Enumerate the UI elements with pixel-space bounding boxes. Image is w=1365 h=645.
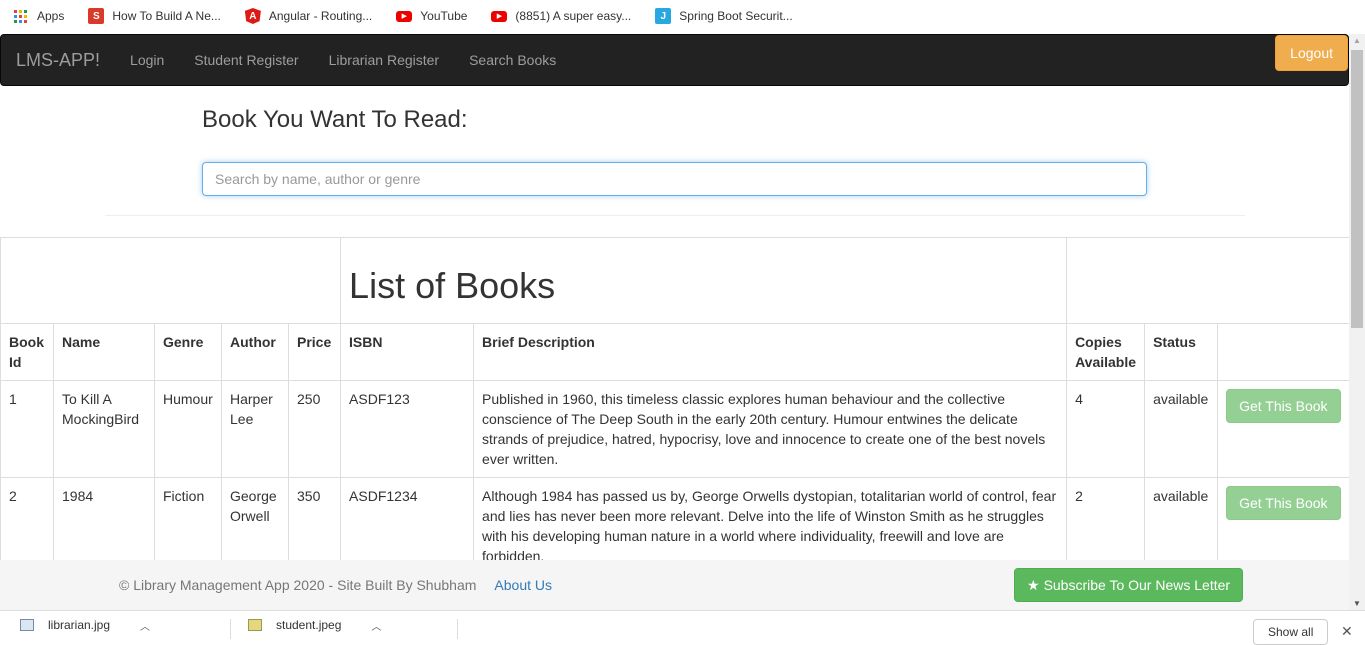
scroll-up-arrow-icon[interactable]: ▲: [1353, 36, 1361, 45]
download-filename: librarian.jpg: [48, 618, 111, 632]
books-table: List of Books Book Id Name Genre Author …: [0, 237, 1349, 560]
download-filename: student.jpeg: [276, 618, 342, 632]
book-description: Published in 1960, this timeless classic…: [473, 380, 1068, 478]
search-heading: Book You Want To Read:: [202, 106, 468, 133]
column-header: Price: [287, 323, 342, 381]
footer: © Library Management App 2020 - Site Bui…: [0, 560, 1349, 610]
nav-student-register[interactable]: Student Register: [179, 52, 313, 68]
column-header-action: [1217, 323, 1349, 381]
book-copies: 2: [1066, 477, 1146, 560]
column-header: Status: [1144, 323, 1219, 381]
navbar-brand[interactable]: LMS-APP!: [1, 50, 115, 71]
star-icon: ★: [1027, 576, 1040, 593]
column-header: Book Id: [0, 323, 54, 381]
column-header: Brief Description: [473, 323, 1068, 381]
footer-copyright: © Library Management App 2020 - Site Bui…: [119, 577, 477, 593]
table-header-row: Book Id Name Genre Author Price ISBN Bri…: [0, 323, 1349, 381]
s-logo-icon: S: [88, 8, 105, 24]
logout-button[interactable]: Logout: [1275, 35, 1348, 71]
youtube-icon: ▶: [396, 10, 413, 22]
column-header: Genre: [154, 323, 222, 381]
subscribe-label: Subscribe To Our News Letter: [1043, 577, 1231, 593]
book-name: To Kill A MockingBird: [53, 380, 155, 478]
j-logo-icon: J: [655, 8, 672, 24]
download-separator: [230, 619, 231, 639]
books-table-container[interactable]: List of Books Book Id Name Genre Author …: [0, 237, 1349, 560]
download-separator: [457, 619, 458, 639]
search-input[interactable]: [202, 162, 1147, 196]
book-copies: 4: [1066, 380, 1146, 478]
column-header: Copies Available: [1066, 323, 1146, 381]
get-this-book-button[interactable]: Get This Book: [1226, 486, 1341, 520]
chevron-up-icon[interactable]: ︿: [140, 618, 150, 633]
book-isbn: ASDF123: [340, 380, 475, 478]
close-icon[interactable]: ✕: [1341, 623, 1353, 640]
bookmark-label: Spring Boot Securit...: [679, 9, 793, 23]
downloads-bar: librarian.jpg ︿ student.jpeg ︿ Show all …: [0, 610, 1365, 645]
navbar: LMS-APP! Login Student Register Libraria…: [0, 34, 1349, 86]
book-price: 350: [287, 477, 342, 560]
book-description: Although 1984 has passed us by, George O…: [473, 477, 1068, 560]
divider: [105, 215, 1245, 216]
bookmark-youtube[interactable]: ▶ YouTube: [396, 9, 467, 23]
book-author: Harper Lee: [221, 380, 289, 478]
chevron-up-icon[interactable]: ︿: [371, 618, 381, 633]
download-item[interactable]: student.jpeg ︿: [248, 611, 381, 639]
book-author: George Orwell: [221, 477, 289, 560]
column-header: ISBN: [340, 323, 475, 381]
bookmark-label: (8851) A super easy...: [515, 9, 632, 23]
book-price: 250: [287, 380, 342, 478]
nav-login[interactable]: Login: [115, 52, 179, 68]
bookmark-youtube-video[interactable]: ▶ (8851) A super easy...: [491, 9, 631, 23]
bookmark-label: How To Build A Ne...: [112, 9, 221, 23]
column-header: Name: [53, 323, 155, 381]
scroll-down-arrow-icon[interactable]: ▼: [1353, 599, 1361, 608]
bookmark-label: Angular - Routing...: [268, 9, 373, 23]
book-genre: Humour: [154, 380, 222, 478]
book-genre: Fiction: [154, 477, 222, 560]
book-name: 1984: [53, 477, 155, 560]
show-all-button[interactable]: Show all: [1253, 619, 1329, 645]
youtube-icon: ▶: [491, 10, 508, 22]
table-row: 2 1984 Fiction George Orwell 350 ASDF123…: [0, 477, 1349, 560]
bookmark-apps[interactable]: Apps: [14, 9, 64, 23]
page-scrollbar[interactable]: ▲ ▼: [1349, 34, 1365, 610]
bookmarks-bar: Apps S How To Build A Ne... A Angular - …: [0, 0, 1365, 32]
download-item[interactable]: librarian.jpg ︿: [20, 611, 150, 639]
column-header: Author: [221, 323, 289, 381]
bookmark-label: YouTube: [420, 9, 468, 23]
nav-librarian-register[interactable]: Librarian Register: [314, 52, 455, 68]
table-caption: List of Books: [340, 237, 1068, 324]
bookmark-how-to-build[interactable]: S How To Build A Ne...: [88, 8, 221, 24]
book-isbn: ASDF1234: [340, 477, 475, 560]
subscribe-button[interactable]: ★ Subscribe To Our News Letter: [1014, 568, 1244, 602]
image-file-icon: [20, 619, 34, 631]
book-id: 2: [0, 477, 54, 560]
book-status: available: [1144, 477, 1219, 560]
nav-search-books[interactable]: Search Books: [454, 52, 571, 68]
get-this-book-button[interactable]: Get This Book: [1226, 389, 1341, 423]
image-file-icon: [248, 619, 262, 631]
bookmark-spring-boot[interactable]: J Spring Boot Securit...: [655, 8, 793, 24]
scrollbar-thumb[interactable]: [1351, 50, 1363, 328]
bookmark-label: Apps: [37, 9, 65, 23]
angular-icon: A: [244, 8, 261, 24]
book-id: 1: [0, 380, 54, 478]
book-status: available: [1144, 380, 1219, 478]
about-us-link[interactable]: About Us: [494, 577, 552, 593]
bookmark-angular[interactable]: A Angular - Routing...: [244, 8, 373, 24]
table-row: 1 To Kill A MockingBird Humour Harper Le…: [0, 380, 1349, 478]
table-caption-row: List of Books: [0, 237, 1349, 324]
apps-grid-icon: [14, 9, 27, 23]
